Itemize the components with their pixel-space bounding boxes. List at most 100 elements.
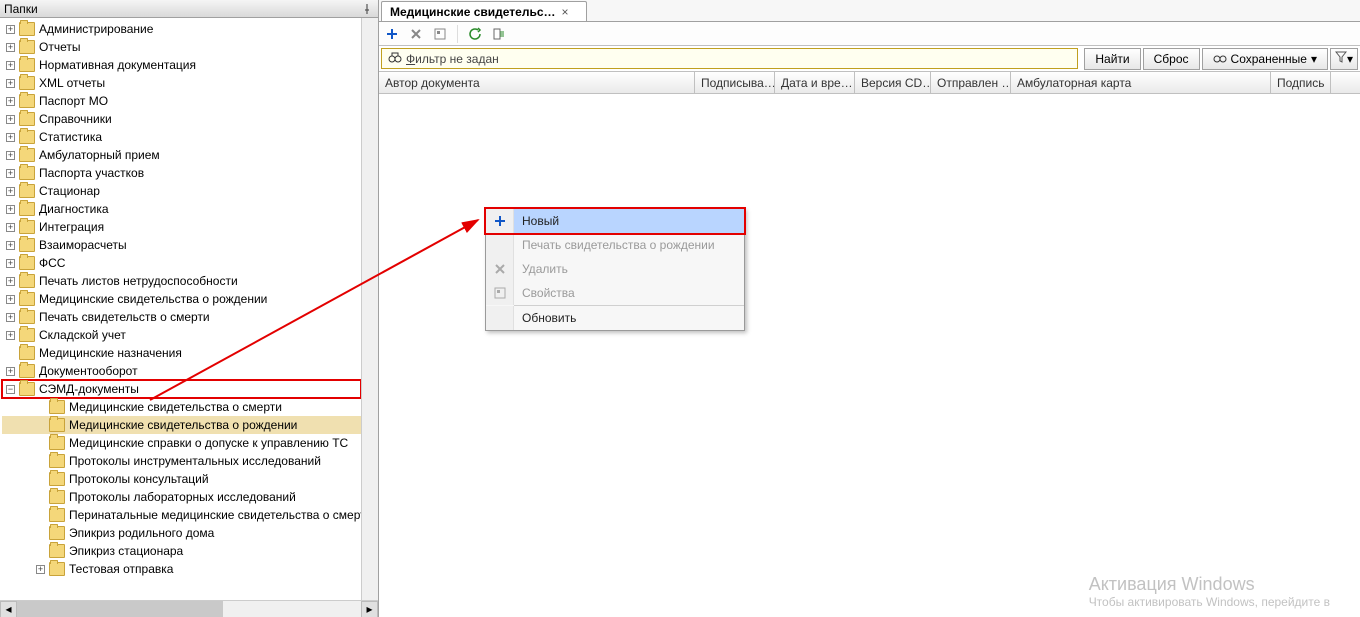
expand-icon[interactable]: + (6, 241, 15, 250)
tree-item[interactable]: +Паспорта участков (2, 164, 361, 182)
add-icon[interactable] (383, 25, 401, 43)
expand-icon[interactable]: + (6, 151, 15, 160)
expand-icon[interactable]: + (6, 205, 15, 214)
column-header[interactable]: Автор документа (379, 72, 695, 93)
filter-box[interactable]: Фильтр не задан (381, 48, 1078, 69)
tree-subitem[interactable]: Перинатальные медицинские свидетельства … (2, 506, 361, 524)
tree-item[interactable]: +ФСС (2, 254, 361, 272)
expand-icon[interactable]: + (6, 79, 15, 88)
expand-icon[interactable]: + (6, 115, 15, 124)
tree-item[interactable]: +Взаиморасчеты (2, 236, 361, 254)
tree-item[interactable]: +Отчеты (2, 38, 361, 56)
expand-icon[interactable] (36, 475, 45, 484)
tree-horizontal-scrollbar[interactable]: ◂ ▸ (0, 600, 378, 617)
expand-icon[interactable] (36, 421, 45, 430)
expand-icon[interactable]: + (6, 277, 15, 286)
tree-item[interactable]: +Медицинские свидетельства о рождении (2, 290, 361, 308)
expand-icon[interactable]: + (6, 97, 15, 106)
tree-subitem[interactable]: Эпикриз родильного дома (2, 524, 361, 542)
tree-item[interactable]: + Диагностика (2, 200, 361, 218)
expand-icon[interactable] (36, 511, 45, 520)
tree-item-semd[interactable]: −СЭМД-документы (2, 380, 361, 398)
saved-filters-button[interactable]: Сохраненные ▾ (1202, 48, 1328, 70)
tree-item-label: Эпикриз родильного дома (69, 526, 214, 540)
expand-icon[interactable]: + (6, 331, 15, 340)
export-icon[interactable] (490, 25, 508, 43)
expand-icon[interactable]: + (6, 169, 15, 178)
expand-icon[interactable] (36, 403, 45, 412)
tree-item[interactable]: +Печать листов нетрудоспособности (2, 272, 361, 290)
folder-icon (19, 238, 35, 252)
tree-subitem[interactable]: Медицинские свидетельства о смерти (2, 398, 361, 416)
tree-item[interactable]: Медицинские назначения (2, 344, 361, 362)
tree-subitem[interactable]: Протоколы лабораторных исследований (2, 488, 361, 506)
tree-vertical-scrollbar[interactable] (361, 18, 378, 600)
collapse-icon[interactable]: − (6, 385, 15, 394)
expand-icon[interactable]: + (6, 259, 15, 268)
pin-icon[interactable] (360, 2, 374, 16)
context-menu-item: Свойства (486, 281, 744, 305)
expand-icon[interactable] (36, 439, 45, 448)
column-header[interactable]: Амбулаторная карта (1011, 72, 1271, 93)
expand-icon[interactable] (36, 547, 45, 556)
tree-item[interactable]: +Складской учет (2, 326, 361, 344)
tree-item[interactable]: + Печать свидетельств о смерти (2, 308, 361, 326)
expand-icon[interactable] (36, 529, 45, 538)
tab-active[interactable]: Медицинские свидетельс… × (381, 1, 587, 21)
context-menu-item[interactable]: Обновить (486, 306, 744, 330)
tree-item[interactable]: +Статистика (2, 128, 361, 146)
tree-item[interactable]: +Справочники (2, 110, 361, 128)
tree-item-label: Амбулаторный прием (39, 148, 160, 162)
expand-icon[interactable] (36, 493, 45, 502)
tree-subitem[interactable]: Медицинские свидетельства о рождении (2, 416, 361, 434)
expand-icon[interactable]: + (6, 295, 15, 304)
tree-subitem[interactable]: Эпикриз стационара (2, 542, 361, 560)
column-header[interactable]: Подпись (1271, 72, 1331, 93)
app-root: Папки +Администрирование+Отчеты+Норматив… (0, 0, 1360, 617)
grid-body[interactable] (379, 94, 1360, 617)
expand-icon[interactable]: + (6, 61, 15, 70)
tree-item[interactable]: +Стационар (2, 182, 361, 200)
expand-icon[interactable]: + (6, 223, 15, 232)
column-header[interactable]: Подписыва… (695, 72, 775, 93)
tree-subitem[interactable]: +Тестовая отправка (2, 560, 361, 578)
filter-menu-button[interactable]: ▾ (1330, 48, 1358, 70)
tree-item[interactable]: +Документооборот (2, 362, 361, 380)
tree-item[interactable]: + Амбулаторный прием (2, 146, 361, 164)
delete-icon[interactable] (407, 25, 425, 43)
tree-subitem[interactable]: Протоколы инструментальных исследований (2, 452, 361, 470)
column-header[interactable]: Версия CD… (855, 72, 931, 93)
folders-tree[interactable]: +Администрирование+Отчеты+Нормативная до… (0, 18, 361, 600)
expand-icon[interactable]: + (6, 313, 15, 322)
tree-item-label: Печать свидетельств о смерти (39, 310, 210, 324)
scroll-right-button[interactable]: ▸ (361, 601, 378, 617)
tree-item[interactable]: +Нормативная документация (2, 56, 361, 74)
tree-item-label: Перинатальные медицинские свидетельства … (69, 508, 361, 522)
tab-strip: Медицинские свидетельс… × (379, 0, 1360, 22)
expand-icon[interactable]: + (6, 367, 15, 376)
tree-item[interactable]: +Интеграция (2, 218, 361, 236)
expand-icon[interactable]: + (6, 25, 15, 34)
properties-icon[interactable] (431, 25, 449, 43)
refresh-icon[interactable] (466, 25, 484, 43)
expand-icon[interactable]: + (6, 43, 15, 52)
column-header[interactable]: Отправлен … (931, 72, 1011, 93)
expand-icon[interactable]: + (6, 187, 15, 196)
scroll-left-button[interactable]: ◂ (0, 601, 17, 617)
tree-item[interactable]: +Администрирование (2, 20, 361, 38)
folders-panel-title: Папки (4, 2, 360, 16)
column-header[interactable]: Дата и вре… (775, 72, 855, 93)
expand-icon[interactable]: + (6, 133, 15, 142)
tree-item-label: Диагностика (39, 202, 109, 216)
tree-item[interactable]: +Паспорт МО (2, 92, 361, 110)
tree-subitem[interactable]: Медицинские справки о допуске к управлен… (2, 434, 361, 452)
tree-item[interactable]: +XML отчеты (2, 74, 361, 92)
context-menu-item[interactable]: Новый (486, 209, 744, 233)
find-button[interactable]: Найти (1084, 48, 1140, 70)
expand-icon[interactable] (6, 349, 15, 358)
tree-subitem[interactable]: Протоколы консультаций (2, 470, 361, 488)
expand-icon[interactable] (36, 457, 45, 466)
expand-icon[interactable]: + (36, 565, 45, 574)
close-icon[interactable]: × (562, 7, 572, 17)
reset-button[interactable]: Сброс (1143, 48, 1200, 70)
